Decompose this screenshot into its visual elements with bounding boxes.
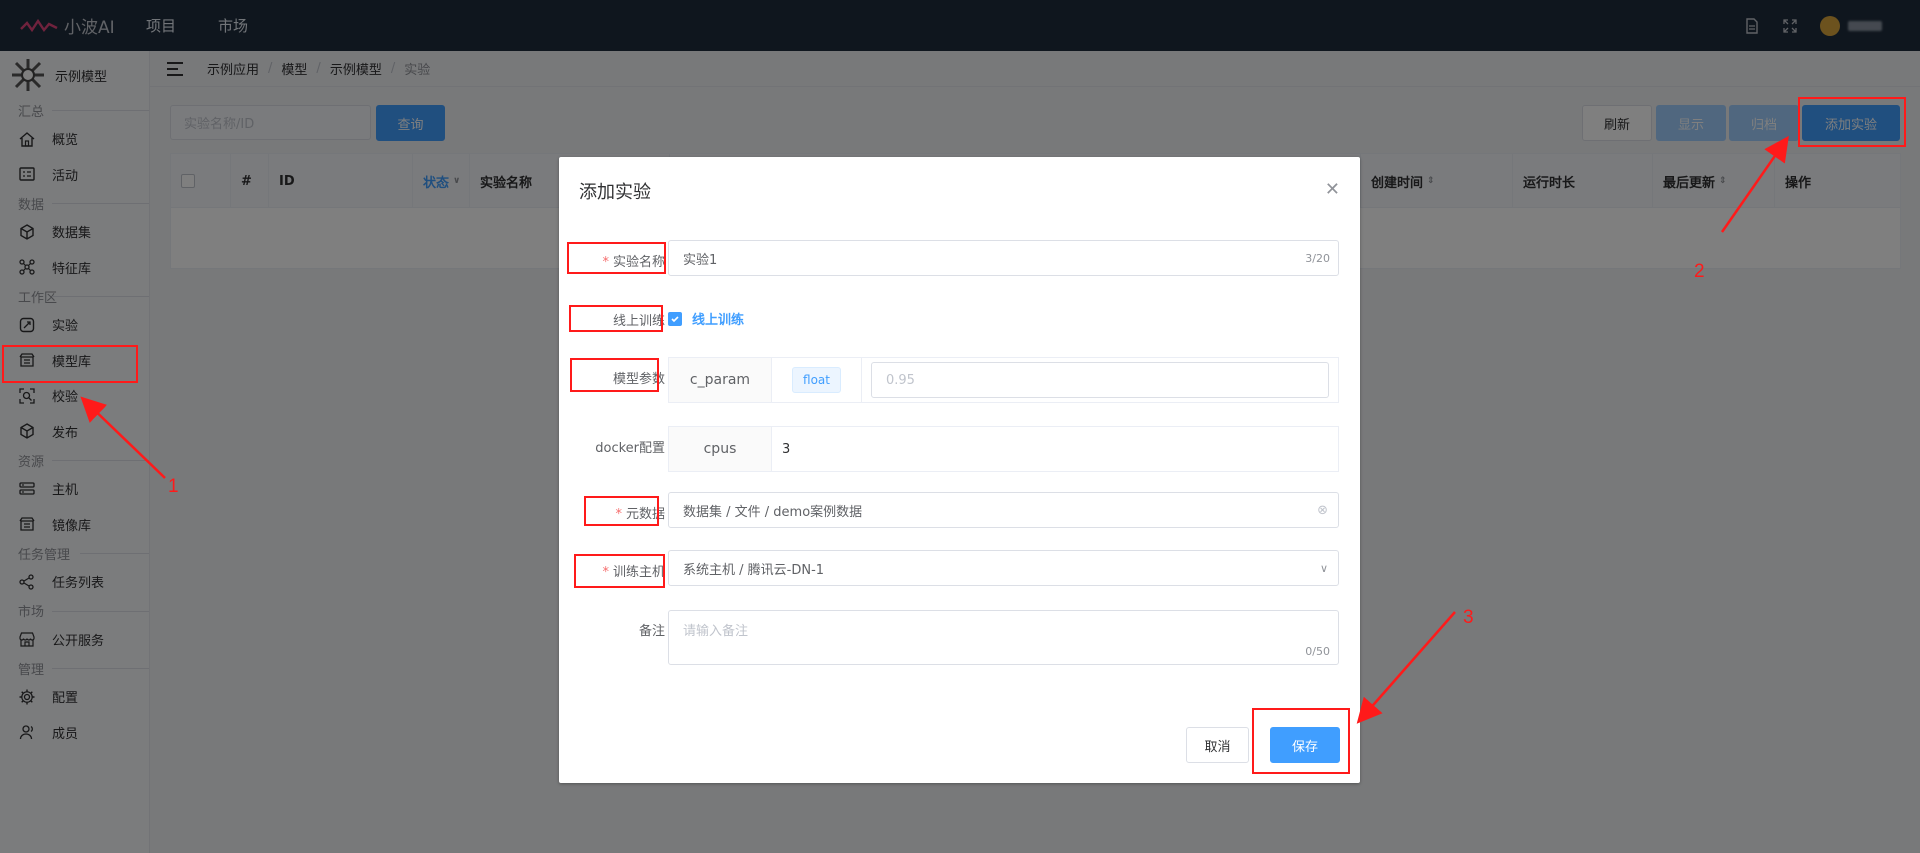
online-training-checkbox-label: 线上训练 [692, 313, 745, 328]
metadata-cascader[interactable]: 数据集 / 文件 / demo案例数据 ⊗ [668, 492, 1339, 528]
model-params-label: 模型参数 [612, 372, 665, 387]
metadata-value: 数据集 / 文件 / demo案例数据 [683, 504, 863, 520]
online-training-label: 线上训练 [612, 314, 665, 329]
save-button[interactable]: 保存 [1270, 727, 1340, 763]
check-icon [668, 311, 682, 326]
close-icon[interactable]: ✕ [1325, 179, 1340, 200]
dialog-title: 添加实验 [579, 182, 651, 203]
note-label: 备注 [638, 624, 665, 639]
experiment-name-field[interactable]: 实验1 3/20 [668, 240, 1339, 276]
host-label: * 训练主机 [602, 565, 665, 580]
param-type-cell: float [772, 358, 862, 402]
docker-config-label: docker配置 [595, 441, 665, 456]
training-host-value: 系统主机 / 腾讯云-DN-1 [683, 562, 825, 578]
param-row: c_param float 0.95 [668, 357, 1339, 403]
add-experiment-dialog: 添加实验 ✕ * 实验名称 实验1 3/20 线上训练 线上训练 模型参数 c_p… [559, 157, 1360, 783]
annotation-number-2: 2 [1694, 261, 1705, 282]
experiment-name-value: 实验1 [683, 252, 718, 268]
training-host-select[interactable]: 系统主机 / 腾讯云-DN-1 ∨ [668, 550, 1339, 586]
param-key: c_param [669, 358, 772, 402]
param-value-cell: 0.95 [862, 362, 1338, 398]
docker-row: cpus 3 [668, 426, 1339, 472]
docker-value[interactable]: 3 [772, 442, 1338, 457]
param-value-input[interactable]: 0.95 [871, 362, 1329, 398]
annotation-number-3: 3 [1463, 607, 1474, 628]
char-counter: 3/20 [1305, 251, 1330, 265]
docker-key: cpus [669, 427, 772, 471]
clear-icon[interactable]: ⊗ [1317, 503, 1328, 518]
online-training-checkbox[interactable]: 线上训练 [668, 309, 744, 328]
chevron-down-icon: ∨ [1319, 561, 1328, 575]
char-counter: 0/50 [1305, 645, 1330, 658]
annotation-number-1: 1 [168, 476, 179, 497]
metadata-label: * 元数据 [615, 507, 665, 522]
note-placeholder: 请输入备注 [683, 624, 749, 639]
note-textarea[interactable]: 请输入备注 0/50 [668, 610, 1339, 665]
param-type-tag: float [792, 367, 841, 393]
name-label: * 实验名称 [602, 255, 665, 270]
cancel-button[interactable]: 取消 [1186, 727, 1249, 763]
